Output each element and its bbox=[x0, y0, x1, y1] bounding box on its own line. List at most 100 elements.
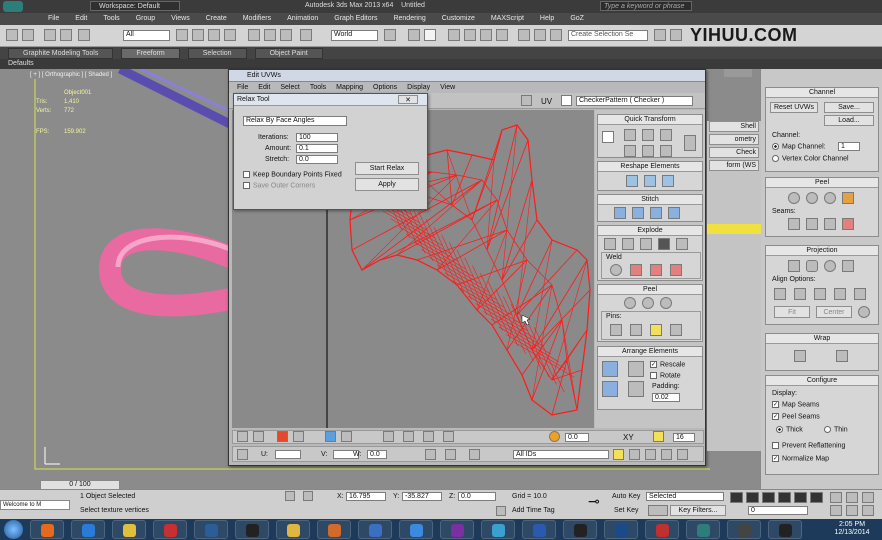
auto-pin-moved-icon[interactable] bbox=[650, 324, 662, 336]
key-mode-icon[interactable] bbox=[810, 492, 823, 503]
time-slider[interactable]: 0 / 100 bbox=[40, 480, 120, 490]
save-outer-corners-checkbox[interactable]: Save Outer Corners bbox=[243, 182, 315, 189]
fit-button[interactable]: Fit bbox=[774, 306, 810, 318]
zoom-selected-icon[interactable] bbox=[677, 449, 688, 460]
align-z-icon[interactable] bbox=[814, 288, 826, 300]
workspace-dropdown[interactable]: Workspace: Default bbox=[90, 1, 180, 11]
filter-selected-icon[interactable] bbox=[445, 449, 456, 460]
menu-item[interactable]: MAXScript bbox=[483, 15, 532, 22]
pan-icon[interactable] bbox=[613, 449, 624, 460]
menu-item[interactable]: Group bbox=[128, 15, 163, 22]
stretch-field[interactable]: 0.0 bbox=[296, 155, 338, 164]
stitch-average-icon[interactable] bbox=[650, 207, 662, 219]
uvw-menu-item[interactable]: Edit bbox=[258, 83, 270, 93]
pack-normalize-icon[interactable] bbox=[602, 361, 618, 377]
zoom-extents-icon[interactable] bbox=[661, 449, 672, 460]
undo-icon[interactable] bbox=[6, 29, 18, 41]
notepad-taskbar-icon[interactable] bbox=[522, 520, 556, 539]
firefox-taskbar-icon[interactable] bbox=[30, 520, 64, 539]
best-align-icon[interactable] bbox=[834, 288, 846, 300]
align-x-icon[interactable] bbox=[774, 288, 786, 300]
zoom-region-icon[interactable] bbox=[645, 449, 656, 460]
xy-label[interactable]: XY bbox=[623, 433, 634, 442]
rect-selection-icon[interactable] bbox=[208, 29, 220, 41]
isolate-icon[interactable] bbox=[285, 491, 295, 501]
flatten-by-smoothing-icon[interactable] bbox=[658, 238, 670, 250]
edge-mode-icon[interactable] bbox=[293, 431, 304, 442]
align-vertical-icon[interactable] bbox=[684, 135, 696, 151]
padding-field[interactable]: 0.02 bbox=[652, 393, 680, 402]
keep-boundary-checkbox[interactable]: Keep Boundary Points Fixed bbox=[243, 171, 342, 178]
keyboard-shortcut-icon[interactable] bbox=[424, 29, 436, 41]
pin-selected-icon[interactable] bbox=[610, 324, 622, 336]
set-key-button[interactable]: Set Key bbox=[614, 507, 639, 514]
face-mode-icon[interactable] bbox=[325, 431, 336, 442]
prev-frame-icon[interactable] bbox=[746, 492, 759, 503]
falloff-spinner[interactable]: 0.0 bbox=[565, 433, 589, 442]
point-to-point-icon[interactable] bbox=[806, 218, 818, 230]
orbit-icon[interactable] bbox=[862, 505, 874, 516]
menu-item[interactable]: Animation bbox=[279, 15, 326, 22]
start-button[interactable] bbox=[4, 520, 23, 539]
uvw-menu-item[interactable]: Select bbox=[280, 83, 299, 93]
align-u-icon[interactable] bbox=[624, 129, 636, 141]
stitch-custom-icon[interactable] bbox=[614, 207, 626, 219]
apply-button[interactable]: Apply bbox=[355, 178, 419, 191]
rotate-neg-90-icon[interactable] bbox=[660, 145, 672, 157]
straighten-icon[interactable] bbox=[626, 175, 638, 187]
align-linear-icon[interactable] bbox=[624, 145, 636, 157]
spinner-snap-icon[interactable] bbox=[496, 29, 508, 41]
uvw-menu-item[interactable]: File bbox=[237, 83, 248, 93]
settings-taskbar-icon[interactable] bbox=[727, 520, 761, 539]
rotate-checkbox[interactable]: Rotate bbox=[650, 372, 681, 379]
align-view-icon[interactable] bbox=[854, 288, 866, 300]
word-taskbar-icon[interactable] bbox=[358, 520, 392, 539]
app-logo-icon[interactable] bbox=[3, 1, 23, 12]
maxscript-listener[interactable]: Welcome to M bbox=[0, 500, 70, 510]
paint-taskbar-icon[interactable] bbox=[481, 520, 515, 539]
media-taskbar-icon[interactable] bbox=[317, 520, 351, 539]
menu-item[interactable]: Graph Editors bbox=[326, 15, 385, 22]
checker-dropdown[interactable]: CheckerPattern ( Checker ) bbox=[576, 96, 693, 106]
selection-filter-dropdown[interactable]: All bbox=[123, 30, 170, 41]
cmd-taskbar-icon[interactable] bbox=[768, 520, 802, 539]
scale-icon[interactable] bbox=[280, 29, 292, 41]
search-input[interactable]: Type a keyword or phrase bbox=[600, 1, 692, 11]
relax-titlebar[interactable]: Relax Tool ✕ bbox=[234, 94, 427, 106]
set-key-icon[interactable] bbox=[648, 505, 668, 516]
uvw-menu-item[interactable]: Options bbox=[373, 83, 397, 93]
lock-selection-icon[interactable] bbox=[425, 449, 436, 460]
goto-end-icon[interactable] bbox=[794, 492, 807, 503]
ribbon-tab[interactable]: Graphite Modeling Tools bbox=[8, 48, 114, 59]
menu-item[interactable]: Help bbox=[532, 15, 562, 22]
mirror-icon[interactable] bbox=[534, 29, 546, 41]
vertex-color-radio[interactable]: Vertex Color Channel bbox=[772, 155, 849, 162]
break-icon[interactable] bbox=[604, 238, 616, 250]
pack-custom-icon[interactable] bbox=[628, 361, 644, 377]
spherical-map-icon[interactable] bbox=[824, 260, 836, 272]
system-clock[interactable]: 2:05 PM 12/13/2014 bbox=[826, 521, 878, 537]
move-uv-icon[interactable] bbox=[237, 431, 248, 442]
uvw-titlebar[interactable]: Edit UVWs bbox=[229, 70, 705, 82]
save-button[interactable]: Save... bbox=[824, 102, 874, 113]
thin-radio[interactable]: Thin bbox=[824, 426, 848, 433]
map-channel-radio[interactable]: Map Channel: bbox=[772, 143, 826, 150]
select-pins-icon[interactable] bbox=[670, 324, 682, 336]
menu-item[interactable]: Edit bbox=[67, 15, 95, 22]
start-relax-button[interactable]: Start Relax bbox=[355, 162, 419, 175]
menu-item[interactable]: GoZ bbox=[562, 15, 592, 22]
w-field[interactable]: 0.0 bbox=[367, 450, 387, 459]
uvw-menu-item[interactable]: Tools bbox=[310, 83, 326, 93]
add-time-tag-icon[interactable] bbox=[496, 506, 506, 516]
flatten-icon[interactable] bbox=[640, 238, 652, 250]
reference-coord-dropdown[interactable]: World bbox=[331, 30, 378, 41]
explorer-taskbar-icon[interactable] bbox=[276, 520, 310, 539]
select-object-icon[interactable] bbox=[176, 29, 188, 41]
play-icon[interactable] bbox=[762, 492, 775, 503]
quick-peel-icon[interactable] bbox=[624, 297, 636, 309]
iterations-field[interactable]: 100 bbox=[296, 133, 338, 142]
stitch-source-icon[interactable] bbox=[632, 207, 644, 219]
terminal-taskbar-icon[interactable] bbox=[235, 520, 269, 539]
rotate-icon[interactable] bbox=[264, 29, 276, 41]
pelt-map-icon[interactable] bbox=[842, 192, 854, 204]
